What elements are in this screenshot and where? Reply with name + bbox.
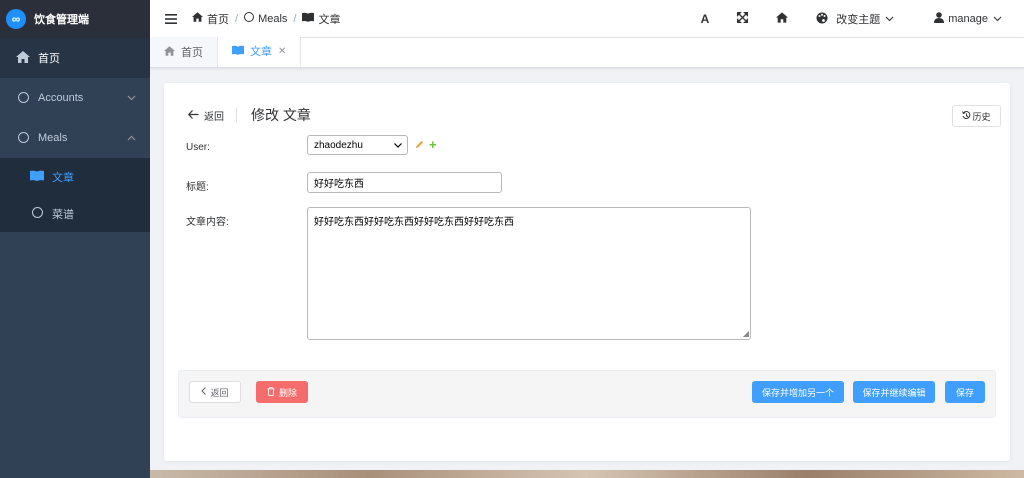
back-button-label: 返回 <box>210 387 229 398</box>
user-name: manage <box>948 13 988 25</box>
sidebar-item-recipe[interactable]: 菜谱 <box>0 195 150 232</box>
history-icon <box>962 110 971 122</box>
breadcrumb-item-meals[interactable]: Meals <box>258 13 287 25</box>
save-and-continue-button[interactable]: 保存并继续编辑 <box>853 381 935 403</box>
circle-icon <box>16 91 30 106</box>
top-navbar: 首页 / Meals / 文章 A 改变主题 manage <box>150 0 1024 38</box>
content-textarea[interactable]: 好好吃东西好好吃东西好好吃东西好好吃东西 ◢ <box>307 207 751 340</box>
user-field-label: User: <box>186 142 210 153</box>
tag-label: 文章 <box>250 46 272 58</box>
sidebar-item-label: Meals <box>38 132 68 144</box>
sidebar-item-article[interactable]: 文章 <box>0 158 150 195</box>
sidebar-item-label: 首页 <box>38 53 60 65</box>
book-icon <box>302 12 315 25</box>
book-icon <box>30 169 44 184</box>
home-icon[interactable] <box>776 12 789 26</box>
home-icon <box>16 50 30 66</box>
tags-view: 首页 文章 ✕ <box>150 37 1024 68</box>
logo-icon: ∞ <box>6 9 26 29</box>
title-field-label: 标题: <box>186 182 209 193</box>
form-actions-bar: 返回 删除 保存并增加另一个 保存并继续编辑 保存 <box>178 370 996 418</box>
chevron-up-icon <box>127 133 136 143</box>
chevron-down-icon <box>885 13 894 25</box>
back-label: 返回 <box>204 111 224 123</box>
save-button[interactable]: 保存 <box>945 381 985 403</box>
sidebar-item-meals[interactable]: Meals <box>0 118 150 158</box>
pencil-icon[interactable] <box>415 140 424 152</box>
font-size-icon[interactable]: A <box>701 12 710 26</box>
app-name: 饮食管理端 <box>34 14 89 26</box>
theme-label: 改变主题 <box>836 14 881 26</box>
navbar-right: A 改变主题 manage <box>701 0 1024 38</box>
breadcrumb: 首页 / Meals / 文章 <box>192 11 340 27</box>
back-button[interactable]: 返回 <box>189 381 241 403</box>
breadcrumb-separator: / <box>293 12 297 25</box>
page-back-link[interactable]: 返回 <box>187 108 237 123</box>
circle-icon <box>30 206 44 221</box>
sidebar-item-home[interactable]: 首页 <box>0 38 150 78</box>
chevron-down-icon <box>394 141 402 150</box>
title-input[interactable]: 好好吃东西 <box>307 172 502 193</box>
fullscreen-icon[interactable] <box>736 11 749 26</box>
edit-article-card: 返回 修改 文章 历史 User: zhaodezhu + 标题: 好好吃东西 … <box>164 83 1010 461</box>
user-select[interactable]: zhaodezhu <box>307 135 408 155</box>
sidebar: ∞ 饮食管理端 首页 Accounts Meals 文章 菜谱 <box>0 0 150 478</box>
delete-button[interactable]: 删除 <box>256 381 308 403</box>
sidebar-item-label: 文章 <box>52 171 74 184</box>
user-select-value: zhaodezhu <box>314 139 363 151</box>
breadcrumb-item-home[interactable]: 首页 <box>207 11 229 27</box>
tag-label: 首页 <box>181 47 203 59</box>
resize-handle-icon[interactable]: ◢ <box>743 329 749 338</box>
tag-home[interactable]: 首页 <box>150 37 218 67</box>
book-icon <box>232 45 244 58</box>
page-header: 返回 修改 文章 <box>187 105 311 125</box>
arrow-left-icon <box>187 108 199 122</box>
sidebar-item-label: Accounts <box>38 92 84 104</box>
chevron-left-icon <box>201 387 207 397</box>
sidebar-submenu-meals: 文章 菜谱 <box>0 158 150 232</box>
save-and-add-another-button[interactable]: 保存并增加另一个 <box>752 381 844 403</box>
content-text: 好好吃东西好好吃东西好好吃东西好好吃东西 <box>314 217 514 228</box>
app-logo[interactable]: ∞ 饮食管理端 <box>0 0 150 38</box>
sidebar-item-label: 菜谱 <box>52 208 74 221</box>
desktop-background-strip <box>150 470 1024 478</box>
tag-article[interactable]: 文章 ✕ <box>218 37 302 67</box>
content-field-label: 文章内容: <box>186 217 229 228</box>
page-title: 修改 文章 <box>251 107 311 123</box>
theme-switcher[interactable]: 改变主题 <box>816 11 894 27</box>
chevron-down-icon <box>127 93 136 103</box>
user-menu[interactable]: manage <box>934 12 1002 26</box>
delete-button-label: 删除 <box>278 387 297 398</box>
palette-icon <box>816 12 828 27</box>
home-icon <box>192 12 203 25</box>
chevron-down-icon <box>993 13 1002 25</box>
breadcrumb-separator: / <box>235 12 239 25</box>
hamburger-icon[interactable] <box>165 11 177 27</box>
circle-icon <box>16 131 30 146</box>
plus-icon[interactable]: + <box>429 137 437 152</box>
circle-icon <box>244 12 255 25</box>
home-icon <box>164 45 175 59</box>
history-label: 历史 <box>972 111 991 122</box>
sidebar-item-accounts[interactable]: Accounts <box>0 78 150 118</box>
history-button[interactable]: 历史 <box>952 105 1001 127</box>
breadcrumb-item-article: 文章 <box>318 13 341 26</box>
user-icon <box>934 12 945 26</box>
trash-icon <box>267 386 275 398</box>
close-icon[interactable]: ✕ <box>278 46 286 57</box>
